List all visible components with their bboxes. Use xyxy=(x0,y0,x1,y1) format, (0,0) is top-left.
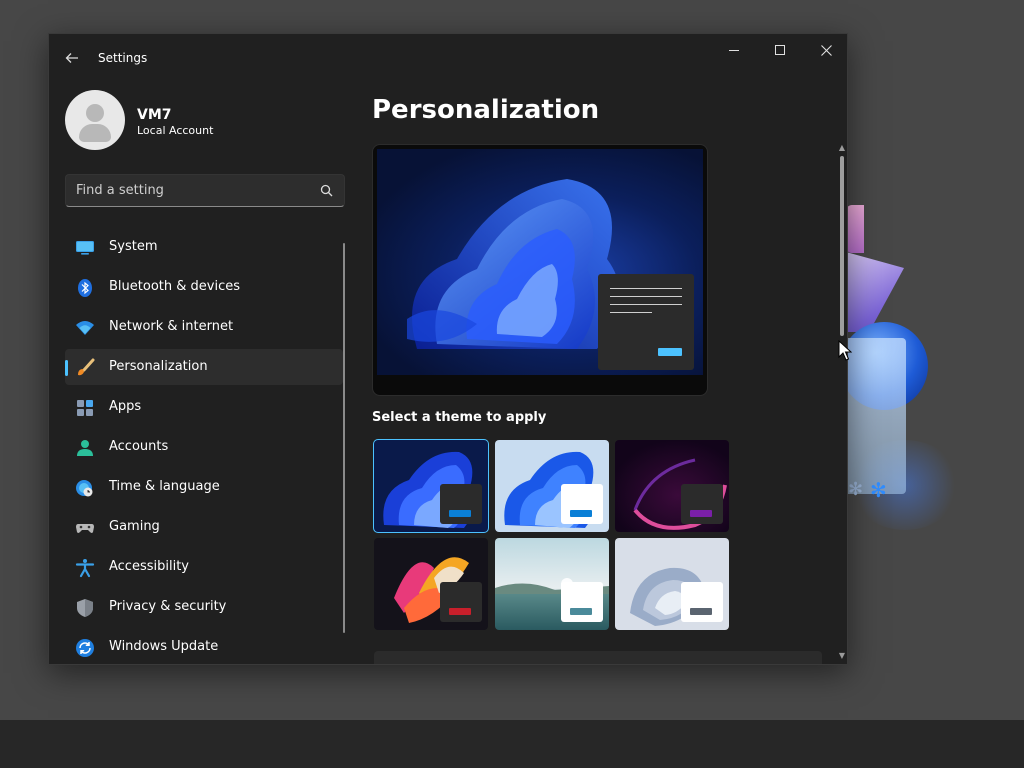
theme-color-card xyxy=(681,582,723,622)
wallpaper-gear-icon: ✻ xyxy=(848,479,864,500)
sidebar-item-windows-update[interactable]: Windows Update xyxy=(65,629,343,664)
theme-color-card xyxy=(561,484,603,524)
scroll-down-arrow-icon[interactable]: ▼ xyxy=(837,652,847,660)
theme-sunrise[interactable] xyxy=(495,538,609,630)
mouse-cursor-icon xyxy=(838,340,852,361)
close-icon xyxy=(820,44,832,56)
theme-color-card xyxy=(681,484,723,524)
bluetooth-icon xyxy=(78,279,92,297)
scroll-thumb[interactable] xyxy=(840,156,844,336)
shield-icon xyxy=(77,599,93,617)
wallpaper-gear-icon: ✻ xyxy=(870,478,887,502)
sidebar-item-label: Privacy & security xyxy=(109,599,227,614)
wifi-icon xyxy=(76,321,94,335)
sidebar-scrollbar[interactable] xyxy=(343,243,345,633)
theme-glow[interactable] xyxy=(615,440,729,532)
sample-accent-button xyxy=(658,348,682,356)
sidebar-item-label: Accessibility xyxy=(109,559,189,574)
globe-clock-icon xyxy=(76,480,93,497)
wallpaper-glass-panel xyxy=(848,338,906,494)
minimize-button[interactable] xyxy=(711,34,757,66)
theme-accent-swatch xyxy=(570,510,592,517)
sample-text-line xyxy=(610,296,682,297)
maximize-button[interactable] xyxy=(757,34,803,66)
back-button[interactable] xyxy=(59,46,85,70)
monitor-icon xyxy=(76,241,94,255)
theme-dark-bloom[interactable] xyxy=(373,439,489,533)
sidebar-item-label: Apps xyxy=(109,399,142,414)
sample-text-line xyxy=(610,288,682,289)
search-icon xyxy=(320,184,333,197)
search-input[interactable]: Find a setting xyxy=(65,174,345,207)
app-title: Settings xyxy=(98,51,148,65)
search-placeholder: Find a setting xyxy=(76,183,164,198)
gamepad-icon xyxy=(76,524,94,533)
sidebar-item-accounts[interactable]: Accounts xyxy=(65,429,343,465)
content-scrollbar[interactable]: ▲ ▼ xyxy=(837,144,847,664)
avatar-head xyxy=(86,104,104,122)
close-button[interactable] xyxy=(803,34,847,66)
sidebar-item-apps[interactable]: Apps xyxy=(65,389,343,425)
sidebar-item-label: Personalization xyxy=(109,359,208,374)
sidebar-item-system[interactable]: System xyxy=(65,229,343,265)
accessibility-icon xyxy=(75,559,95,578)
theme-accent-swatch xyxy=(690,608,712,615)
theme-color-card xyxy=(561,582,603,622)
paintbrush-icon xyxy=(78,358,95,376)
theme-color-card xyxy=(440,582,482,622)
sidebar-item-label: System xyxy=(109,239,158,254)
avatar-body xyxy=(79,124,111,142)
wallpaper-shape xyxy=(846,205,864,253)
sidebar-item-label: Gaming xyxy=(109,519,160,534)
person-icon xyxy=(77,440,93,456)
theme-color-card xyxy=(440,484,482,524)
back-arrow-icon xyxy=(65,53,78,63)
settings-window: Settings VM7 Local Account Find a settin… xyxy=(48,33,848,665)
sidebar-item-label: Time & language xyxy=(109,479,220,494)
theme-captured-motion[interactable] xyxy=(374,538,488,630)
sidebar-item-time-language[interactable]: Time & language xyxy=(65,469,343,505)
apps-icon xyxy=(77,400,93,416)
sidebar-item-gaming[interactable]: Gaming xyxy=(65,509,343,545)
sidebar-item-bluetooth[interactable]: Bluetooth & devices xyxy=(65,269,343,305)
sidebar-item-label: Windows Update xyxy=(109,639,219,654)
selection-indicator xyxy=(65,360,68,376)
sample-window xyxy=(598,274,694,370)
theme-light-bloom[interactable] xyxy=(495,440,609,532)
scroll-up-arrow-icon[interactable]: ▲ xyxy=(837,144,847,152)
user-name: VM7 xyxy=(137,107,172,123)
page-title: Personalization xyxy=(372,95,600,125)
theme-accent-swatch xyxy=(690,510,712,517)
sidebar-item-privacy-security[interactable]: Privacy & security xyxy=(65,589,343,625)
wallpaper-shape xyxy=(846,252,904,332)
theme-accent-swatch xyxy=(449,608,471,615)
sidebar-item-label: Bluetooth & devices xyxy=(109,279,240,294)
avatar[interactable] xyxy=(65,90,125,150)
theme-flow[interactable] xyxy=(615,538,729,630)
maximize-icon xyxy=(775,45,785,55)
themes-heading: Select a theme to apply xyxy=(372,410,547,425)
account-type: Local Account xyxy=(137,124,214,137)
theme-accent-swatch xyxy=(570,608,592,615)
wallpaper-preview xyxy=(377,149,703,375)
taskbar xyxy=(0,720,1024,768)
sidebar-item-label: Accounts xyxy=(109,439,169,454)
title-bar: Settings xyxy=(49,34,847,82)
theme-preview xyxy=(372,144,708,396)
minimize-icon xyxy=(729,49,739,51)
sync-icon xyxy=(76,639,94,657)
sidebar-item-label: Network & internet xyxy=(109,319,234,334)
sample-text-line xyxy=(610,312,652,313)
sidebar-item-network[interactable]: Network & internet xyxy=(65,309,343,345)
sample-text-line xyxy=(610,304,682,305)
sidebar-item-personalization[interactable]: Personalization xyxy=(65,349,343,385)
settings-card-partial[interactable] xyxy=(374,651,822,664)
theme-accent-swatch xyxy=(449,510,471,517)
sidebar-item-accessibility[interactable]: Accessibility xyxy=(65,549,343,585)
